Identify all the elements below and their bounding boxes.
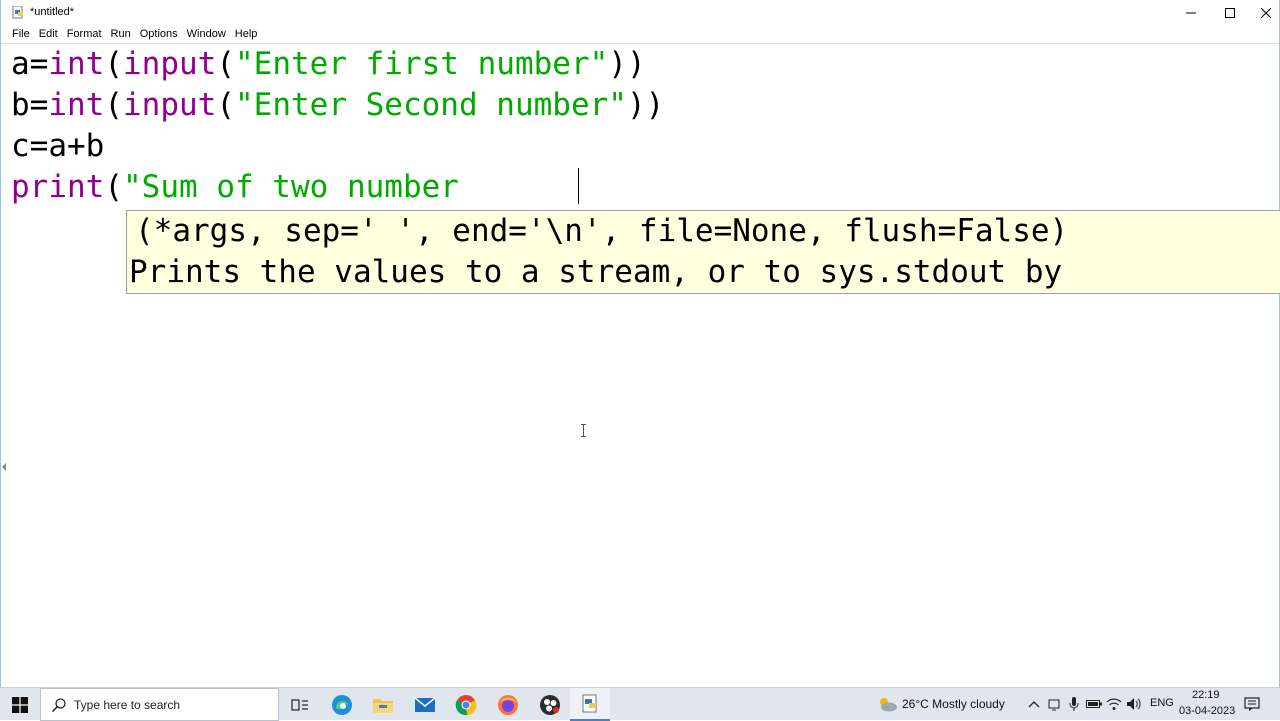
volume-icon[interactable]	[1126, 696, 1142, 712]
code-token-builtin: print	[11, 169, 105, 205]
menu-options[interactable]: Options	[140, 28, 178, 40]
ibeam-cursor-icon	[580, 424, 587, 437]
code-line-1: a=int(input("Enter first number"))	[11, 44, 646, 85]
idle-app-button[interactable]	[570, 688, 610, 721]
search-icon	[51, 697, 67, 713]
obs-icon	[540, 694, 560, 715]
code-line-3: c=a+b	[11, 126, 104, 167]
notification-center-icon[interactable]	[1244, 696, 1260, 712]
code-token: (	[216, 87, 235, 123]
menu-run[interactable]: Run	[111, 28, 131, 40]
clock-date[interactable]: 03-04-2023	[1179, 705, 1235, 717]
folder-icon	[373, 698, 393, 713]
code-token: (	[216, 46, 235, 82]
menu-help[interactable]: Help	[235, 28, 258, 40]
window-resize-handle-icon[interactable]	[2, 458, 6, 471]
code-token-builtin: input	[123, 87, 217, 123]
code-line-4: print("Sum of two number	[11, 167, 478, 208]
chrome-app-button[interactable]	[446, 688, 486, 721]
code-token-string: "Enter Second number"	[235, 87, 627, 123]
code-token: b=	[11, 87, 49, 123]
network-sync-icon[interactable]	[1046, 696, 1062, 712]
calltip-popup: (*args, sep=' ', end='\n', file=None, fl…	[126, 210, 1280, 294]
calltip-signature: (*args, sep=' ', end='\n', file=None, fl…	[135, 213, 1069, 249]
wifi-icon[interactable]	[1106, 696, 1122, 712]
code-token: ))	[626, 87, 665, 123]
code-token: ))	[608, 46, 646, 82]
menu-edit[interactable]: Edit	[39, 28, 58, 40]
start-button[interactable]	[0, 688, 40, 721]
close-button[interactable]	[1250, 0, 1280, 25]
battery-icon[interactable]	[1086, 696, 1102, 712]
code-token-string: "Sum of two number	[123, 169, 478, 205]
code-token-builtin: input	[123, 46, 217, 82]
obs-app-button[interactable]	[530, 688, 570, 721]
calltip-doc: Prints the values to a stream, or to sys…	[129, 254, 1063, 290]
chrome-icon	[455, 694, 477, 715]
menu-window[interactable]: Window	[187, 28, 226, 40]
code-token: (	[104, 87, 123, 123]
mail-icon	[414, 696, 436, 712]
window-title: *untitled*	[30, 6, 75, 18]
code-line-2: b=int(input("Enter Second number"))	[11, 85, 664, 126]
code-token-string: "Enter first number"	[235, 46, 609, 82]
idle-editor-window: *untitled* File Edit Format Run Options …	[0, 0, 1280, 687]
microphone-icon[interactable]	[1066, 696, 1082, 712]
mail-app-button[interactable]	[405, 688, 445, 721]
clock-time[interactable]: 22:19	[1192, 689, 1220, 701]
firefox-app-button[interactable]	[488, 688, 528, 721]
menu-format[interactable]: Format	[67, 28, 102, 40]
title-bar: *untitled*	[1, 0, 1279, 25]
edge-icon	[332, 694, 352, 715]
text-caret	[578, 168, 579, 204]
code-token: (	[104, 169, 123, 205]
firefox-icon	[498, 694, 518, 715]
python-file-icon	[12, 5, 26, 19]
minimize-button[interactable]	[1172, 0, 1210, 25]
weather-text[interactable]: 26°C Mostly cloudy	[902, 697, 1005, 711]
edge-app-button[interactable]	[322, 688, 362, 721]
chevron-up-icon[interactable]	[1026, 696, 1042, 712]
code-token: c=a+b	[11, 128, 105, 164]
task-view-icon	[291, 698, 308, 711]
python-file-icon	[582, 694, 597, 712]
task-view-button[interactable]	[280, 688, 320, 721]
taskbar: Type here to search 26°C Mostly cloudy E…	[0, 687, 1280, 721]
code-token: a=	[11, 46, 49, 82]
weather-cloud-sun-icon[interactable]	[876, 696, 898, 712]
code-token: (	[104, 46, 123, 82]
code-token-builtin: int	[48, 87, 105, 123]
code-editor[interactable]: a=int(input("Enter first number")) b=int…	[1, 43, 1279, 687]
menu-bar: File Edit Format Run Options Window Help	[1, 25, 1279, 43]
taskbar-search-box[interactable]: Type here to search	[40, 688, 279, 721]
code-token-builtin: int	[48, 46, 105, 82]
file-explorer-button[interactable]	[363, 688, 403, 721]
windows-logo-icon	[12, 696, 28, 713]
search-placeholder: Type here to search	[74, 698, 181, 712]
menu-file[interactable]: File	[12, 28, 30, 40]
maximize-button[interactable]	[1211, 0, 1249, 25]
language-indicator[interactable]: ENG	[1150, 697, 1174, 709]
